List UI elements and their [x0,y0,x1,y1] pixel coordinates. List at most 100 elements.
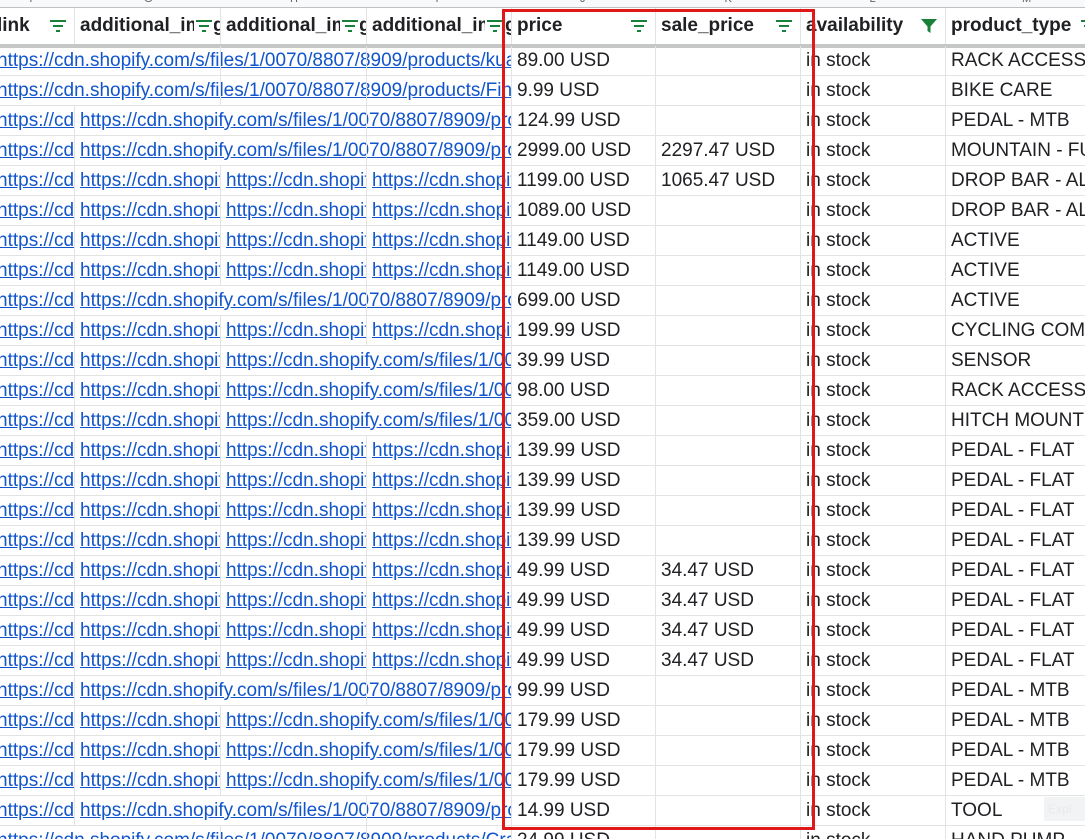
cell-price[interactable]: 699.00 USD [512,286,656,316]
link-cell-add3[interactable] [367,286,512,316]
link-cell-link[interactable]: https://cdn.shopify.com [0,466,75,496]
cell-sale-price[interactable] [656,436,801,466]
link-cell-link[interactable]: https://cdn.shopify.com [0,496,75,526]
link-cell-add2[interactable]: https://cdn.shopify.com [221,646,367,676]
link-cell-link[interactable]: https://cdn.shopify.com [0,406,75,436]
link-cell-link[interactable]: https://cdn.shopify.com [0,286,75,316]
cell-product-type[interactable]: PEDAL - FLAT [946,436,1085,466]
link-cell-add2[interactable]: https://cdn.shopify.com [221,466,367,496]
link-cell-add3[interactable]: https://cdn.shopify.com [367,496,512,526]
link-cell-add3[interactable] [367,406,512,436]
cell-sale-price[interactable] [656,226,801,256]
cell-sale-price[interactable] [656,76,801,106]
cell-product-type[interactable]: PEDAL - MTB [946,106,1085,136]
cell-product-type[interactable]: ACTIVE [946,256,1085,286]
link-cell-add3[interactable] [367,46,512,76]
column-letter[interactable]: G [144,0,153,5]
link-cell-add3[interactable]: https://cdn.shopify.com [367,556,512,586]
link-cell-add3[interactable] [367,826,512,839]
link-cell-add3[interactable] [367,346,512,376]
cell-price[interactable]: 49.99 USD [512,556,656,586]
cell-availability[interactable]: in stock [801,706,946,736]
link-cell-add1[interactable] [75,826,221,839]
link-cell-add1[interactable]: https://cdn.shopify.com [75,316,221,346]
cell-availability[interactable]: in stock [801,436,946,466]
cell-price[interactable]: 2999.00 USD [512,136,656,166]
link-cell-link[interactable]: https://cdn.shopify.com [0,796,75,826]
link-cell-add3[interactable] [367,796,512,826]
cell-sale-price[interactable] [656,286,801,316]
link-cell-add2[interactable] [221,286,367,316]
column-letter[interactable]: I [436,0,439,5]
cell-availability[interactable]: in stock [801,376,946,406]
cell-sale-price[interactable] [656,826,801,839]
cell-price[interactable]: 179.99 USD [512,736,656,766]
cell-sale-price[interactable] [656,406,801,436]
link-cell-link[interactable]: https://cdn.shopify.com [0,346,75,376]
link-cell-link[interactable]: https://cdn.shopify.com [0,766,75,796]
cell-price[interactable]: 49.99 USD [512,616,656,646]
cell-sale-price[interactable] [656,316,801,346]
cell-sale-price[interactable] [656,736,801,766]
link-cell-add3[interactable]: https://cdn.shopify.com [367,166,512,196]
header-cell-product-type[interactable]: product_type [946,8,1085,44]
filter-icon[interactable] [194,17,214,35]
filter-active-icon[interactable] [919,17,939,35]
cell-price[interactable]: 139.99 USD [512,436,656,466]
cell-product-type[interactable]: BIKE CARE [946,76,1085,106]
column-letter[interactable]: F [30,0,37,5]
cell-availability[interactable]: in stock [801,766,946,796]
link-cell-link[interactable]: https://cdn.shopify.com [0,736,75,766]
cell-sale-price[interactable] [656,706,801,736]
cell-availability[interactable]: in stock [801,466,946,496]
cell-product-type[interactable]: PEDAL - FLAT [946,646,1085,676]
filter-icon[interactable] [629,17,649,35]
cell-price[interactable]: 1089.00 USD [512,196,656,226]
cell-product-type[interactable]: RACK ACCESSORY [946,376,1085,406]
cell-product-type[interactable]: PEDAL - FLAT [946,586,1085,616]
cell-price[interactable]: 89.00 USD [512,46,656,76]
column-letter[interactable]: M [1022,0,1031,5]
cell-product-type[interactable]: HAND PUMP [946,826,1085,839]
cell-price[interactable]: 49.99 USD [512,646,656,676]
link-cell-add2[interactable]: https://cdn.shopify.com [221,196,367,226]
link-cell-add1[interactable]: https://cdn.shopify.com [75,646,221,676]
cell-availability[interactable]: in stock [801,556,946,586]
link-cell-add2[interactable]: https://cdn.shopify.com [221,496,367,526]
link-cell-add2[interactable]: https://cdn.shopify.com [221,586,367,616]
link-cell-add2[interactable] [221,796,367,826]
cell-availability[interactable]: in stock [801,196,946,226]
cell-product-type[interactable]: PEDAL - FLAT [946,616,1085,646]
link-cell-add1[interactable]: https://cdn.shopify.com [75,376,221,406]
link-cell-add1[interactable]: https://cdn.shopify.com [75,736,221,766]
link-cell-link[interactable]: https://cdn.shopify.com [0,556,75,586]
cell-price[interactable]: 99.99 USD [512,676,656,706]
link-cell-link[interactable]: https://cdn.shopify.com [0,316,75,346]
filter-icon[interactable] [340,17,360,35]
cell-price[interactable]: 139.99 USD [512,526,656,556]
link-cell-add1[interactable]: https://cdn.shopify.com [75,226,221,256]
link-cell-add3[interactable] [367,106,512,136]
link-cell-add1[interactable]: https://cdn.shopify.com [75,166,221,196]
link-cell-link[interactable]: https://cdn.shopify.com [0,706,75,736]
cell-sale-price[interactable] [656,346,801,376]
link-cell-link[interactable]: https://cdn.shopify.com [0,226,75,256]
link-cell-add1[interactable]: https://cdn.shopify.com [75,766,221,796]
link-cell-link[interactable]: https://cdn.shopify.com [0,586,75,616]
link-cell-add3[interactable] [367,76,512,106]
cell-product-type[interactable]: PEDAL - FLAT [946,496,1085,526]
cell-availability[interactable]: in stock [801,136,946,166]
cell-availability[interactable]: in stock [801,316,946,346]
cell-price[interactable]: 9.99 USD [512,76,656,106]
link-cell-add2[interactable]: https://cdn.shopify.com [221,616,367,646]
cell-sale-price[interactable]: 34.47 USD [656,556,801,586]
cell-availability[interactable]: in stock [801,76,946,106]
column-letter[interactable]: K [725,0,732,5]
link-cell-link[interactable]: https://cdn.shopify.com [0,376,75,406]
cell-product-type[interactable]: PEDAL - MTB [946,676,1085,706]
cell-availability[interactable]: in stock [801,256,946,286]
filter-icon[interactable] [774,17,794,35]
cell-product-type[interactable]: PEDAL - MTB [946,766,1085,796]
link-cell-add2[interactable] [221,106,367,136]
link-cell-add3[interactable]: https://cdn.shopify.com [367,616,512,646]
